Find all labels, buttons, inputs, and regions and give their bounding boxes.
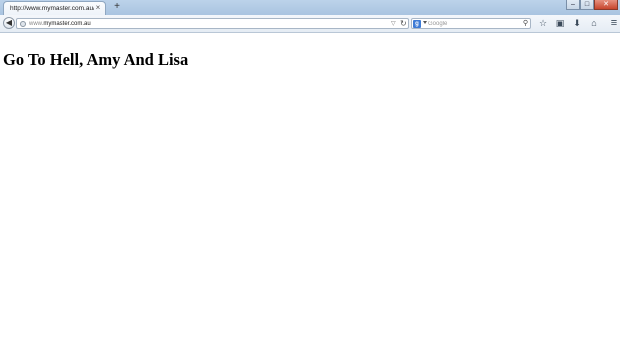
url-prefix: www. (29, 21, 44, 27)
page-heading: Go To Hell, Amy And Lisa (3, 50, 189, 69)
site-identity-icon[interactable] (20, 21, 26, 27)
bookmarks-menu-icon[interactable]: ▣ (552, 17, 568, 30)
hamburger-menu-icon[interactable]: ≡ (606, 17, 620, 30)
back-icon[interactable]: ◀ (3, 17, 15, 29)
tab-title: http://www.mymaster.com.au/ (10, 5, 94, 12)
search-engine-dropdown-icon[interactable] (423, 21, 427, 24)
reload-icon[interactable]: ↻ (400, 19, 407, 28)
search-bar[interactable]: g ⚲ (411, 18, 531, 29)
magnifier-icon[interactable]: ⚲ (523, 19, 528, 28)
minimize-button[interactable]: – (566, 0, 580, 10)
url-text[interactable]: www.mymaster.com.au (29, 20, 91, 28)
url-history-dropdown-icon[interactable]: ▽ (391, 20, 396, 28)
url-bar[interactable]: www.mymaster.com.au ▽ ↻ (16, 18, 409, 29)
browser-tab[interactable]: http://www.mymaster.com.au/ × (3, 1, 106, 15)
new-tab-button[interactable]: + (112, 2, 122, 12)
star-icon[interactable]: ☆ (535, 17, 551, 30)
tab-close-icon[interactable]: × (94, 4, 102, 12)
tab-strip: http://www.mymaster.com.au/ × + – □ ✕ (0, 0, 620, 15)
toolbar-buttons: ☆ ▣ ⬇ ⌂ ≡ (535, 17, 620, 30)
navigation-toolbar: ◀ www.mymaster.com.au ▽ ↻ g ⚲ ☆ ▣ ⬇ ⌂ ≡ (0, 15, 620, 33)
url-host: mymaster.com.au (43, 21, 91, 27)
search-input[interactable] (428, 19, 520, 28)
home-icon[interactable]: ⌂ (586, 17, 602, 30)
window-controls: – □ ✕ (566, 0, 618, 11)
page-content: Go To Hell, Amy And Lisa (0, 34, 620, 349)
maximize-button[interactable]: □ (580, 0, 594, 10)
download-icon[interactable]: ⬇ (569, 17, 585, 30)
search-engine-icon[interactable]: g (413, 20, 421, 28)
window-close-button[interactable]: ✕ (594, 0, 618, 10)
